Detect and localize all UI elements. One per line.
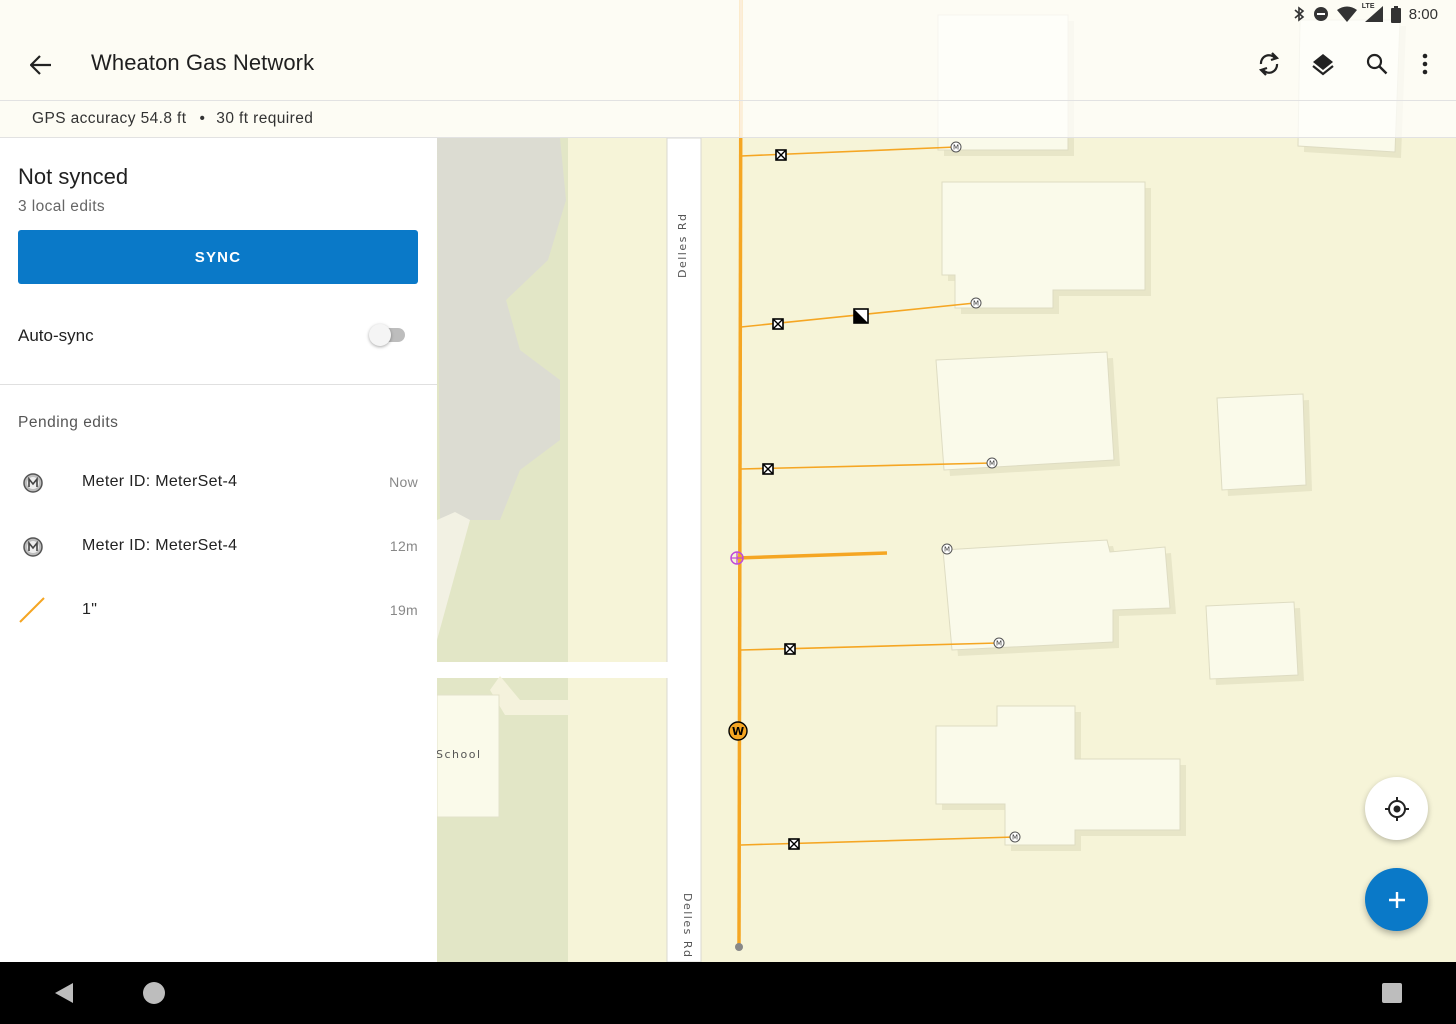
svg-text:M: M: [989, 460, 995, 468]
edit-time: 19m: [389, 602, 418, 618]
sync-button[interactable]: [1242, 46, 1296, 82]
search-button[interactable]: [1350, 46, 1404, 82]
poi-label: School: [436, 748, 482, 761]
svg-text:M: M: [1012, 834, 1018, 842]
do-not-disturb-icon: [1313, 7, 1328, 21]
system-navigation-bar: [0, 962, 1456, 1024]
gps-separator: •: [199, 110, 206, 127]
nav-back-button[interactable]: [44, 976, 84, 1010]
edit-label: Meter ID: MeterSet-4: [82, 537, 238, 554]
gps-location-marker-icon: [730, 551, 744, 565]
nav-home-button[interactable]: [134, 976, 174, 1010]
pending-edit-item[interactable]: Meter ID: MeterSet-4 Now: [0, 452, 437, 512]
svg-text:M: M: [996, 640, 1002, 648]
auto-sync-toggle[interactable]: [369, 323, 407, 347]
page-title: Wheaton Gas Network: [91, 50, 315, 75]
bluetooth-icon: [1294, 6, 1305, 22]
app-bar-actions: [1242, 46, 1446, 82]
svg-text:M: M: [973, 300, 979, 308]
gps-required-text: 30 ft required: [216, 110, 314, 127]
edit-label: 1": [82, 601, 98, 618]
side-road: [437, 662, 669, 678]
main-end-point[interactable]: [735, 943, 743, 951]
edit-time: 12m: [389, 538, 418, 554]
gps-accuracy-bar: GPS accuracy 54.8 ft • 30 ft required: [0, 100, 1456, 138]
pending-edit-item[interactable]: Meter ID: MeterSet-4 12m: [0, 516, 437, 576]
my-location-icon: [1384, 796, 1409, 821]
app-bar: Wheaton Gas Network: [0, 28, 1456, 100]
pending-edits-heading: Pending edits: [18, 414, 119, 431]
wifi-icon: [1336, 6, 1357, 22]
sync-panel: Not synced 3 local edits SYNC Auto-sync …: [0, 138, 437, 962]
svg-text:M: M: [953, 144, 959, 152]
road-label-bottom: Delles Rd: [681, 893, 694, 958]
more-vert-icon: [1422, 53, 1428, 75]
svg-text:W: W: [732, 725, 744, 738]
lte-label: LTE: [1361, 3, 1375, 10]
search-icon: [1366, 53, 1388, 75]
back-button[interactable]: [22, 50, 60, 80]
line-icon: [19, 597, 45, 623]
cell-signal: LTE: [1361, 3, 1383, 22]
edit-label: Meter ID: MeterSet-4: [82, 473, 238, 490]
add-feature-button[interactable]: [1365, 868, 1428, 931]
nav-recents-icon: [1382, 983, 1402, 1003]
battery-icon: [1390, 5, 1401, 23]
nav-home-icon: [143, 982, 165, 1004]
panel-divider: [0, 384, 437, 385]
meter-icon: [23, 537, 43, 557]
arrow-back-icon: [30, 55, 51, 75]
gps-accuracy-text: GPS accuracy 54.8 ft: [32, 110, 187, 127]
sync-icon: [1258, 52, 1280, 76]
welding-marker-icon[interactable]: W: [728, 721, 748, 741]
edit-time: Now: [389, 474, 418, 490]
layers-icon: [1312, 54, 1334, 76]
sync-status-subtitle: 3 local edits: [18, 198, 106, 215]
sync-status-title: Not synced: [18, 164, 129, 189]
pending-edit-item[interactable]: 1" 19m: [0, 580, 437, 640]
toggle-thumb: [369, 324, 391, 346]
svg-text:M: M: [944, 546, 950, 554]
my-location-button[interactable]: [1365, 777, 1428, 840]
road-label-top: Delles Rd: [676, 213, 689, 278]
layers-button[interactable]: [1296, 46, 1350, 82]
nav-recents-button[interactable]: [1372, 976, 1412, 1010]
regulator-icon[interactable]: [853, 308, 869, 324]
more-options-button[interactable]: [1404, 46, 1446, 82]
gas-main-line[interactable]: [737, 0, 743, 947]
plus-icon: [1388, 891, 1405, 908]
nav-back-icon: [55, 983, 73, 1003]
auto-sync-label: Auto-sync: [18, 326, 94, 345]
status-bar: LTE 8:00: [1293, 0, 1456, 28]
clock: 8:00: [1408, 5, 1438, 23]
meter-icon: [23, 473, 43, 493]
sync-now-button[interactable]: SYNC: [18, 230, 418, 284]
